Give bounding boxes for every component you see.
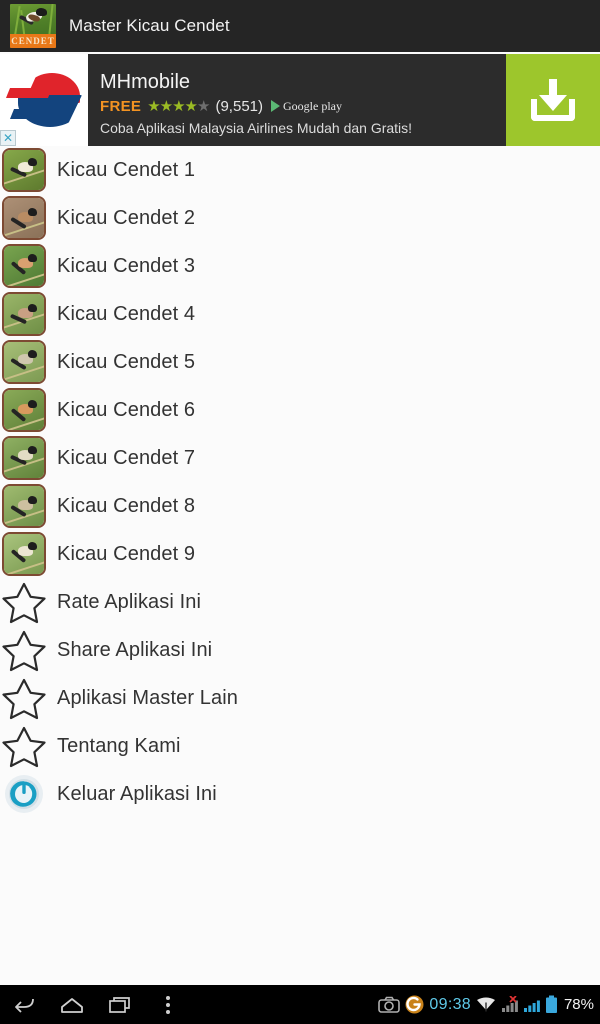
star-icon xyxy=(2,630,46,672)
ad-meta-row: FREE ★★★★★ (9,551) Google play xyxy=(100,95,506,117)
ad-download-button[interactable] xyxy=(506,54,600,146)
download-icon xyxy=(529,77,577,123)
google-play-badge: Google play xyxy=(271,99,342,114)
back-icon[interactable] xyxy=(0,985,48,1024)
list-item-label: Keluar Aplikasi Ini xyxy=(57,783,217,805)
titlebar: CENDET Master Kicau Cendet xyxy=(0,0,600,52)
bird-thumbnail-6 xyxy=(2,388,46,432)
ad-review-count: (9,551) xyxy=(215,97,263,115)
list-item[interactable]: Kicau Cendet 9 xyxy=(0,530,600,578)
bird-thumbnail-5 xyxy=(2,340,46,384)
list-item[interactable]: Aplikasi Master Lain xyxy=(0,674,600,722)
list-item-label: Share Aplikasi Ini xyxy=(57,639,213,661)
list-item-label: Kicau Cendet 7 xyxy=(57,447,196,469)
list-item[interactable]: Kicau Cendet 6 xyxy=(0,386,600,434)
system-navigation-bar: 09:38 78% xyxy=(0,985,600,1024)
list-item[interactable]: Kicau Cendet 4 xyxy=(0,290,600,338)
list-item[interactable]: Kicau Cendet 8 xyxy=(0,482,600,530)
ad-price-label: FREE xyxy=(100,97,142,115)
ad-banner[interactable]: ✕ MHmobile FREE ★★★★★ (9,551) Google pla… xyxy=(0,54,600,146)
list-item-label: Kicau Cendet 2 xyxy=(57,207,196,229)
overflow-menu-icon[interactable] xyxy=(144,985,192,1024)
ad-tagline: Coba Aplikasi Malaysia Airlines Mudah da… xyxy=(100,120,413,136)
bird-thumbnail-3 xyxy=(2,244,46,288)
ad-rating-stars: ★★★★★ xyxy=(147,97,210,115)
list-item-label: Kicau Cendet 6 xyxy=(57,399,196,421)
power-icon xyxy=(5,775,43,813)
list-item[interactable]: Kicau Cendet 5 xyxy=(0,338,600,386)
google-play-label: Google play xyxy=(283,98,342,113)
list-item-label: Tentang Kami xyxy=(57,735,181,757)
list-item-label: Aplikasi Master Lain xyxy=(57,687,238,709)
list-item-label: Rate Aplikasi Ini xyxy=(57,591,201,613)
status-icons: 09:38 78% xyxy=(378,985,594,1024)
star-icon xyxy=(2,678,46,720)
list-item[interactable]: Kicau Cendet 2 xyxy=(0,194,600,242)
wifi-icon xyxy=(476,997,495,1012)
list-item-label: Kicau Cendet 9 xyxy=(57,543,196,565)
app-icon-band-label: CENDET xyxy=(10,34,56,48)
ad-app-icon: ✕ xyxy=(0,54,88,146)
list-item[interactable]: Share Aplikasi Ini xyxy=(0,626,600,674)
app-icon-cendet: CENDET xyxy=(10,4,56,48)
orange-app-badge-icon xyxy=(405,995,424,1014)
star-icon xyxy=(2,726,46,768)
list-item[interactable]: Kicau Cendet 3 xyxy=(0,242,600,290)
camera-icon xyxy=(378,996,401,1013)
ad-advertiser-name: MHmobile xyxy=(100,71,191,93)
ad-body: MHmobile FREE ★★★★★ (9,551) Google play … xyxy=(88,54,506,146)
list-item[interactable]: Tentang Kami xyxy=(0,722,600,770)
ad-close-icon[interactable]: ✕ xyxy=(0,130,16,146)
bird-thumbnail-4 xyxy=(2,292,46,336)
home-icon[interactable] xyxy=(48,985,96,1024)
bird-thumbnail-8 xyxy=(2,484,46,528)
signal-no-service-icon xyxy=(501,996,518,1012)
list-item-label: Kicau Cendet 1 xyxy=(57,159,196,181)
list-item-label: Kicau Cendet 3 xyxy=(57,255,196,277)
page-title: Master Kicau Cendet xyxy=(69,16,230,35)
bird-thumbnail-9 xyxy=(2,532,46,576)
bird-thumbnail-7 xyxy=(2,436,46,480)
bird-thumbnail-2 xyxy=(2,196,46,240)
list-item[interactable]: Kicau Cendet 7 xyxy=(0,434,600,482)
status-clock: 09:38 xyxy=(429,995,471,1013)
app-screen: CENDET Master Kicau Cendet ✕ MHmobile FR… xyxy=(0,0,600,1024)
list-item-label: Kicau Cendet 8 xyxy=(57,495,196,517)
list-item-label: Kicau Cendet 4 xyxy=(57,303,196,325)
list-item[interactable]: Kicau Cendet 1 xyxy=(0,146,600,194)
malaysia-airlines-logo-icon xyxy=(5,69,82,131)
list-item[interactable]: Rate Aplikasi Ini xyxy=(0,578,600,626)
star-icon xyxy=(2,582,46,624)
google-play-triangle-icon xyxy=(271,100,280,112)
sound-list: Kicau Cendet 1 Kicau Cendet 2 Kicau Cendet… xyxy=(0,146,600,818)
list-item-label: Kicau Cendet 5 xyxy=(57,351,196,373)
bird-thumbnail-1 xyxy=(2,148,46,192)
battery-percent-label: 78% xyxy=(563,996,594,1013)
list-item[interactable]: Keluar Aplikasi Ini xyxy=(0,770,600,818)
signal-bars-icon xyxy=(523,1000,540,1012)
battery-icon xyxy=(545,995,557,1013)
recents-icon[interactable] xyxy=(96,985,144,1024)
